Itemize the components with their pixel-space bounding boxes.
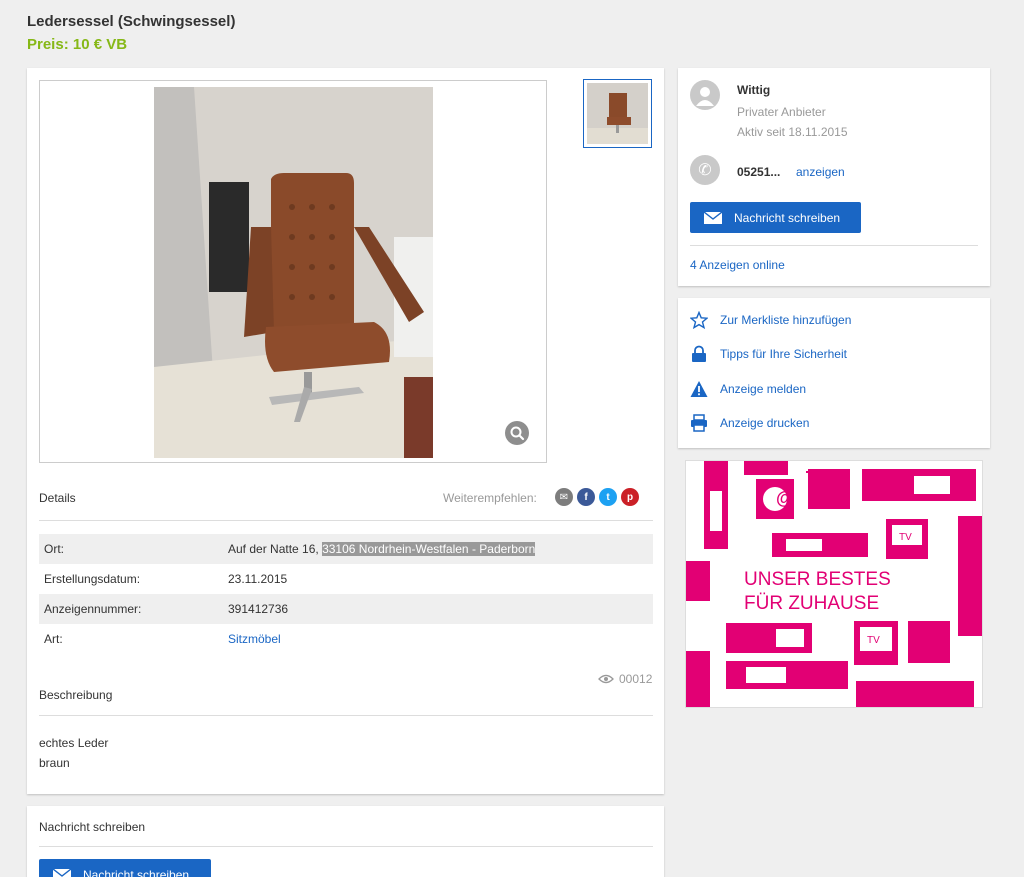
table-row: Art: Sitzmöbel xyxy=(39,624,653,654)
attr-key: Ort: xyxy=(44,542,64,556)
location-city: 33106 Nordrhein-Westfalen - Paderborn xyxy=(322,542,536,556)
print-ad-link[interactable]: Anzeige drucken xyxy=(690,414,809,432)
pinterest-icon[interactable]: p xyxy=(621,488,639,506)
envelope-icon xyxy=(53,869,71,877)
attr-key: Art: xyxy=(44,632,63,646)
details-heading: Details xyxy=(39,491,76,505)
description-line: echtes Leder xyxy=(39,736,109,750)
star-icon xyxy=(690,311,708,329)
share-buttons: ✉ f t p xyxy=(555,488,639,506)
printer-icon xyxy=(690,414,708,432)
listing-main-card: Details Weiterempfehlen: ✉ f t p Ort: Au… xyxy=(27,68,664,794)
table-row: Ort: Auf der Natte 16, 33106 Nordrhein-W… xyxy=(39,534,653,564)
phone-reveal-link[interactable]: anzeigen xyxy=(796,165,845,179)
lock-icon xyxy=(690,345,708,363)
ad-tv-label: TV xyxy=(867,635,880,646)
button-label: Nachricht schreiben xyxy=(734,210,841,225)
listing-price: Preis: 10 € VB xyxy=(27,36,128,53)
action-label: Anzeige drucken xyxy=(720,416,810,430)
user-icon xyxy=(696,87,714,106)
seller-message-button[interactable]: Nachricht schreiben xyxy=(690,202,861,233)
action-label: Anzeige melden xyxy=(720,382,807,396)
photo-thumbnail[interactable] xyxy=(583,79,652,148)
divider xyxy=(690,245,978,246)
report-ad-link[interactable]: Anzeige melden xyxy=(690,380,806,398)
seller-since: Aktiv seit 18.11.2015 xyxy=(737,125,848,139)
ad-headline: UNSER BESTES xyxy=(744,569,891,590)
email-icon[interactable]: ✉ xyxy=(555,488,573,506)
phone-icon: ✆ xyxy=(690,155,720,185)
button-label: Nachricht schreiben xyxy=(83,868,190,877)
table-row: Erstellungsdatum: 23.11.2015 xyxy=(39,564,653,594)
attr-key: Erstellungsdatum: xyxy=(44,572,141,586)
attr-key: Anzeigennummer: xyxy=(44,602,142,616)
table-row: Anzeigennummer: 391412736 xyxy=(39,594,653,624)
attr-value: 23.11.2015 xyxy=(228,572,288,586)
view-counter: 00012 xyxy=(598,672,652,686)
description-text: echtes Leder braun xyxy=(39,733,108,773)
avatar xyxy=(690,80,720,110)
divider xyxy=(39,520,653,521)
description-line: braun xyxy=(39,756,70,770)
view-count: 00012 xyxy=(619,672,653,686)
message-heading: Nachricht schreiben xyxy=(39,820,146,834)
ads-online-link[interactable]: 4 Anzeigen online xyxy=(690,258,785,272)
ad-banner[interactable]: @ TV TV UNSER BESTES FÜR ZUHAUSE xyxy=(685,460,983,708)
attr-value: Auf der Natte 16, 33106 Nordrhein-Westfa… xyxy=(228,542,653,556)
action-label: Tipps für Ihre Sicherheit xyxy=(720,347,847,361)
share-label: Weiterempfehlen: xyxy=(443,491,537,505)
twitter-icon[interactable]: t xyxy=(599,488,617,506)
safety-tips-link[interactable]: Tipps für Ihre Sicherheit xyxy=(690,345,847,363)
facebook-icon[interactable]: f xyxy=(577,488,595,506)
write-message-button[interactable]: Nachricht schreiben xyxy=(39,859,211,877)
add-to-watchlist-link[interactable]: Zur Merkliste hinzufügen xyxy=(690,311,851,329)
seller-card: Wittig Privater Anbieter Aktiv seit 18.1… xyxy=(678,68,990,286)
attr-value: 391412736 xyxy=(228,602,289,616)
ad-tv-label: TV xyxy=(899,532,912,543)
attributes-table: Ort: Auf der Natte 16, 33106 Nordrhein-W… xyxy=(39,534,653,654)
divider xyxy=(39,715,653,716)
main-photo[interactable] xyxy=(154,87,433,458)
zoom-button[interactable] xyxy=(505,421,529,445)
divider xyxy=(39,846,653,847)
message-card: Nachricht schreiben Nachricht schreiben xyxy=(27,806,664,877)
seller-type: Privater Anbieter xyxy=(737,105,826,119)
eye-icon xyxy=(598,674,614,684)
action-label: Zur Merkliste hinzufügen xyxy=(720,313,852,327)
warning-icon xyxy=(690,380,708,398)
image-gallery[interactable] xyxy=(39,80,547,463)
listing-title: Ledersessel (Schwingsessel) xyxy=(27,13,236,30)
actions-card: Zur Merkliste hinzufügen Tipps für Ihre … xyxy=(678,298,990,448)
category-link[interactable]: Sitzmöbel xyxy=(228,632,653,646)
seller-name[interactable]: Wittig xyxy=(737,83,770,97)
envelope-icon xyxy=(704,211,722,224)
description-heading: Beschreibung xyxy=(39,688,113,702)
ad-headline: FÜR ZUHAUSE xyxy=(744,593,879,614)
magnifier-icon xyxy=(510,426,525,441)
svg-text:@: @ xyxy=(776,488,794,508)
location-street: Auf der Natte 16, xyxy=(228,542,319,556)
phone-number: 05251... xyxy=(737,165,781,179)
